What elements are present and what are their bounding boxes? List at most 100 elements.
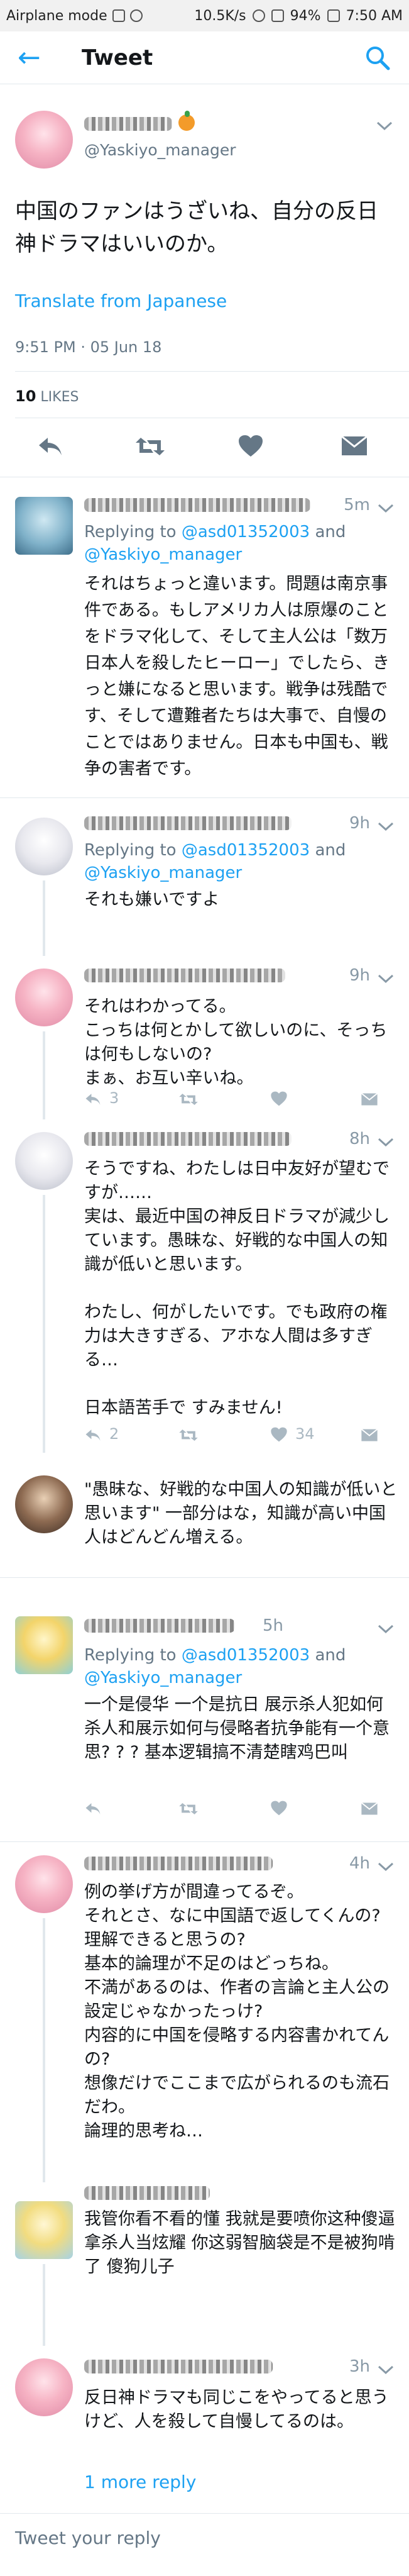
reply-tweet[interactable]: 8h そうですね、わたしは日中友好が望むですが…… 実は、最近中国の神反日ドラマ… [0,1119,409,1453]
mention-link[interactable]: @Yaskiyo_manager [84,863,242,882]
tweet-actions [0,428,409,472]
avatar[interactable] [15,1855,73,1913]
author-name[interactable] [84,816,292,830]
reply-tweet[interactable]: 4h 例の挙げ方が間違ってるぞ。 それとさ、なに中国語で返してくんの? 理解でき… [0,1843,409,2182]
likes-summary[interactable]: 10 LIKES [15,387,79,405]
mention-link[interactable]: @Yaskiyo_manager [84,1668,242,1687]
replying-to: Replying to @asd01352003 and @Yaskiyo_ma… [84,1646,346,1687]
thread-line [43,2264,45,2346]
heart-icon[interactable] [270,1091,288,1107]
reply-actions [84,1799,378,1824]
author-name[interactable] [84,969,285,982]
message-icon[interactable] [341,434,368,458]
reply-text: それはわかってる。 こっちは何とかして欲しいのに、そっちは何もしないの? まぁ、… [84,997,388,1088]
chevron-down-icon[interactable] [376,972,395,985]
network-speed: 10.5K/s [194,8,246,24]
author-name[interactable] [84,1132,292,1146]
retweet-icon[interactable] [178,1801,199,1816]
message-icon[interactable] [361,1092,378,1107]
chevron-down-icon[interactable] [376,1623,395,1635]
replying-to: Replying to @asd01352003 and @Yaskiyo_ma… [84,841,346,882]
tweet-text: 中国のファンはうざいね、自分の反日神ドラマはいいのか。 [15,199,378,257]
search-icon[interactable] [364,44,391,72]
main-tweet: @Yaskiyo_manager 中国のファンはうざいね、自分の反日神ドラマはい… [0,88,409,478]
reply-tweet[interactable]: 我管你看不看的懂 我就是要喷你这种傻逼 拿杀人当炫耀 你这弱智脑袋是不是被狗啃了… [0,2182,409,2346]
avatar[interactable] [15,1132,73,1190]
reply-text: 反日神ドラマも同じこをやってると思うけど、人を殺して自慢してるのは。 [84,2388,389,2431]
likes-label: LIKES [40,389,79,405]
retweet-icon[interactable] [178,1428,199,1443]
thread-line [43,1031,45,1119]
avatar[interactable] [15,497,73,555]
reply-count: 2 [109,1425,119,1443]
avatar[interactable] [15,111,73,169]
avatar[interactable] [15,969,73,1026]
translate-link[interactable]: Translate from Japanese [15,291,227,311]
author-name[interactable] [84,1619,235,1633]
reply-text: そうですね、わたしは日中友好が望むですが…… 実は、最近中国の神反日ドラマが減少… [84,1159,390,1418]
back-arrow-icon[interactable]: ← [18,43,55,72]
heart-icon[interactable] [270,1426,288,1443]
avatar[interactable] [15,1616,73,1674]
author-name[interactable] [84,1857,273,1870]
like-count: 34 [295,1425,315,1443]
avatar[interactable] [15,2201,73,2259]
mention-link[interactable]: @asd01352003 [182,1646,310,1665]
divider [0,797,409,798]
page-title: Tweet [82,45,153,70]
retweet-icon[interactable] [178,1092,199,1107]
reply-time: 5m [344,496,370,514]
heart-icon[interactable] [237,434,264,458]
chevron-down-icon[interactable] [376,502,395,514]
divider [15,371,409,372]
mention-link[interactable]: @asd01352003 [182,523,310,541]
divider [0,1577,409,1578]
status-airplane-text: Airplane mode [6,8,107,24]
reply-icon[interactable] [84,1428,102,1443]
chevron-down-icon[interactable] [375,119,394,135]
heart-icon[interactable] [270,1800,288,1816]
mention-link[interactable]: @asd01352003 [182,841,310,860]
clock: 7:50 AM [346,8,403,24]
reply-icon[interactable] [84,1801,102,1816]
author-name[interactable] [84,117,172,131]
reply-tweet[interactable]: 5h Replying to @asd01352003 and @Yaskiyo… [0,1579,409,1843]
avatar[interactable] [15,818,73,875]
avatar[interactable] [15,2358,73,2416]
reply-actions: 2 34 [84,1425,378,1450]
chevron-down-icon[interactable] [376,2363,395,2376]
reply-time: 9h [349,966,370,985]
reply-time: 5h [262,1616,283,1635]
reply-icon[interactable] [36,435,64,458]
author-name[interactable] [84,2360,273,2373]
reply-text: 我管你看不看的懂 我就是要喷你这种傻逼 拿杀人当炫耀 你这弱智脑袋是不是被狗啃了… [84,2209,395,2277]
sync-icon [129,9,143,22]
message-icon[interactable] [361,1428,378,1443]
battery-level: 94% [290,8,321,24]
reply-input[interactable]: Tweet your reply [15,2528,161,2548]
avatar[interactable] [15,1475,73,1533]
reply-icon[interactable] [84,1092,102,1107]
mention-link[interactable]: @Yaskiyo_manager [84,545,242,564]
battery-icon [327,9,340,22]
reply-tweet[interactable]: 3h 反日神ドラマも同じこをやってると思うけど、人を殺して自慢してるのは。 [0,2346,409,2472]
author-handle[interactable]: @Yaskiyo_manager [84,141,236,159]
reply-composer[interactable]: Tweet your reply [0,2513,409,2576]
author-name[interactable] [84,2186,210,2200]
retweet-icon[interactable] [134,435,166,458]
thread-line [43,1195,45,1453]
reply-tweet[interactable]: "愚昧な、好戦的な中国人の知識が低いと思います" 一部分はな，知識が高い中国人は… [0,1453,409,1579]
chevron-down-icon[interactable] [376,1136,395,1148]
reply-time: 4h [349,1854,370,1873]
chevron-down-icon[interactable] [376,1860,395,1873]
reply-tweet[interactable]: 9h それはわかってる。 こっちは何とかして欲しいのに、そっちは何もしないの? … [0,956,409,1119]
reply-time: 9h [349,814,370,833]
reply-tweet[interactable]: 9h Replying to @asd01352003 and @Yaskiyo… [0,799,409,956]
divider [0,1841,409,1842]
author-name[interactable] [84,498,310,512]
chevron-down-icon[interactable] [376,820,395,833]
reply-tweet[interactable]: 5m Replying to @asd01352003 and @Yaskiyo… [0,484,409,799]
message-icon[interactable] [361,1801,378,1816]
more-replies-link[interactable]: 1 more reply [84,2472,196,2492]
wifi-icon [252,9,265,22]
